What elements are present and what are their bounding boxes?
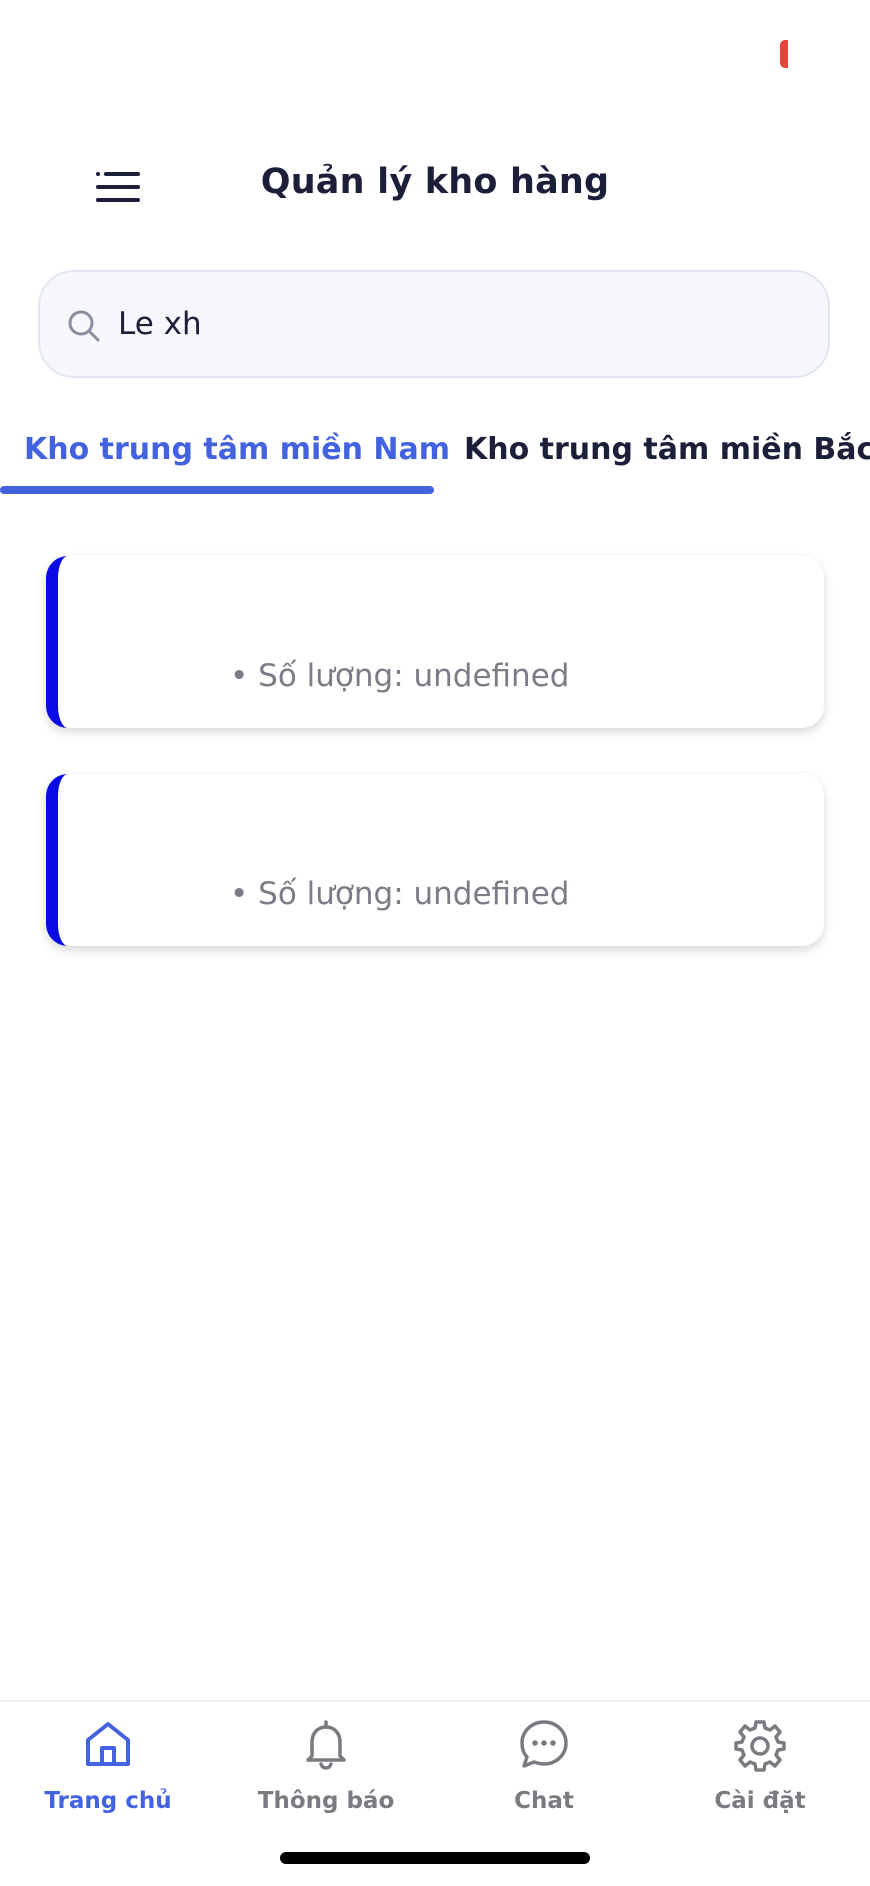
bell-icon [298,1716,354,1772]
tab-south-warehouse[interactable]: Kho trung tâm miền Nam [24,432,450,467]
search-input[interactable] [118,294,798,354]
nav-item-settings[interactable]: Cài đặt [660,1716,860,1826]
nav-item-notifications[interactable]: Thông báo [226,1716,426,1826]
card-quantity: • Số lượng: undefined [230,876,570,912]
hamburger-menu-icon [96,172,140,202]
menu-button[interactable] [96,168,144,206]
app-header: Quản lý kho hàng [0,140,870,234]
active-tab-indicator [0,486,434,494]
nav-label-notifications: Thông báo [257,1788,395,1814]
nav-label-chat: Chat [514,1788,574,1814]
nav-label-home: Trang chủ [44,1788,172,1814]
inventory-card[interactable]: • Số lượng: undefined [46,774,824,946]
nav-item-home[interactable]: Trang chủ [8,1716,208,1826]
page-title: Quản lý kho hàng [260,162,610,202]
warehouse-tabs: Kho trung tâm miền Nam Kho trung tâm miề… [0,420,870,500]
gear-icon [732,1716,788,1772]
search-icon [64,306,104,346]
card-quantity: • Số lượng: undefined [230,658,570,694]
search-box[interactable] [38,270,830,378]
status-indicator [780,40,788,68]
tab-north-warehouse[interactable]: Kho trung tâm miền Bắc [464,432,870,467]
nav-item-chat[interactable]: Chat [444,1716,644,1826]
chat-bubble-icon [516,1716,572,1772]
home-icon [80,1716,136,1772]
nav-label-settings: Cài đặt [714,1788,806,1814]
home-indicator-bar [280,1852,590,1864]
inventory-card[interactable]: • Số lượng: undefined [46,556,824,728]
